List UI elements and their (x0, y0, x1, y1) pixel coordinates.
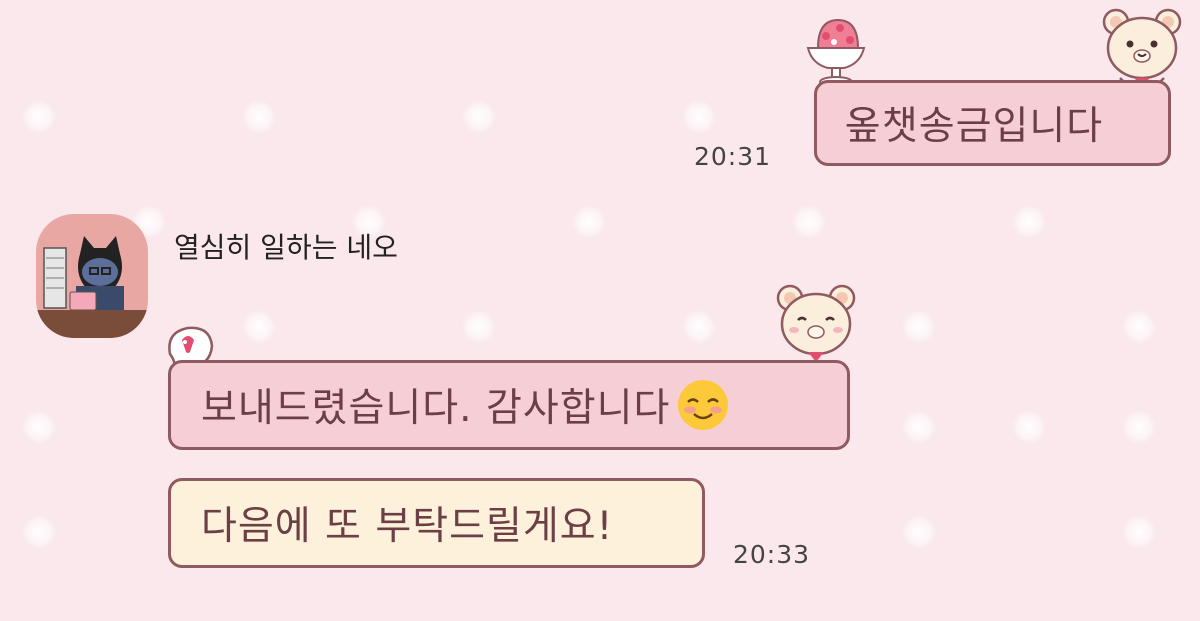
message-timestamp: 20:31 (694, 142, 772, 171)
smiling-blush-emoji-icon (678, 380, 729, 430)
rilakkuma-bear-sticker-icon (1100, 4, 1184, 90)
sender-name: 열심히 일하는 네오 (174, 231, 398, 264)
rilakkuma-bear-peeking-sticker-icon (772, 282, 860, 366)
message-text: 옾챗송금입니다 (845, 104, 1104, 149)
message-timestamp: 20:33 (733, 540, 811, 569)
incoming-message-bubble[interactable]: 보내드렸습니다. 감사합니다 (168, 360, 850, 450)
message-text: 다음에 또 부탁드릴게요! (201, 504, 614, 549)
outgoing-message-bubble[interactable]: 옾챗송금입니다 (814, 80, 1171, 166)
sender-avatar[interactable] (36, 214, 148, 338)
incoming-message-bubble[interactable]: 다음에 또 부탁드릴게요! (168, 478, 705, 568)
message-text: 보내드렸습니다. 감사합니다 (201, 386, 671, 431)
